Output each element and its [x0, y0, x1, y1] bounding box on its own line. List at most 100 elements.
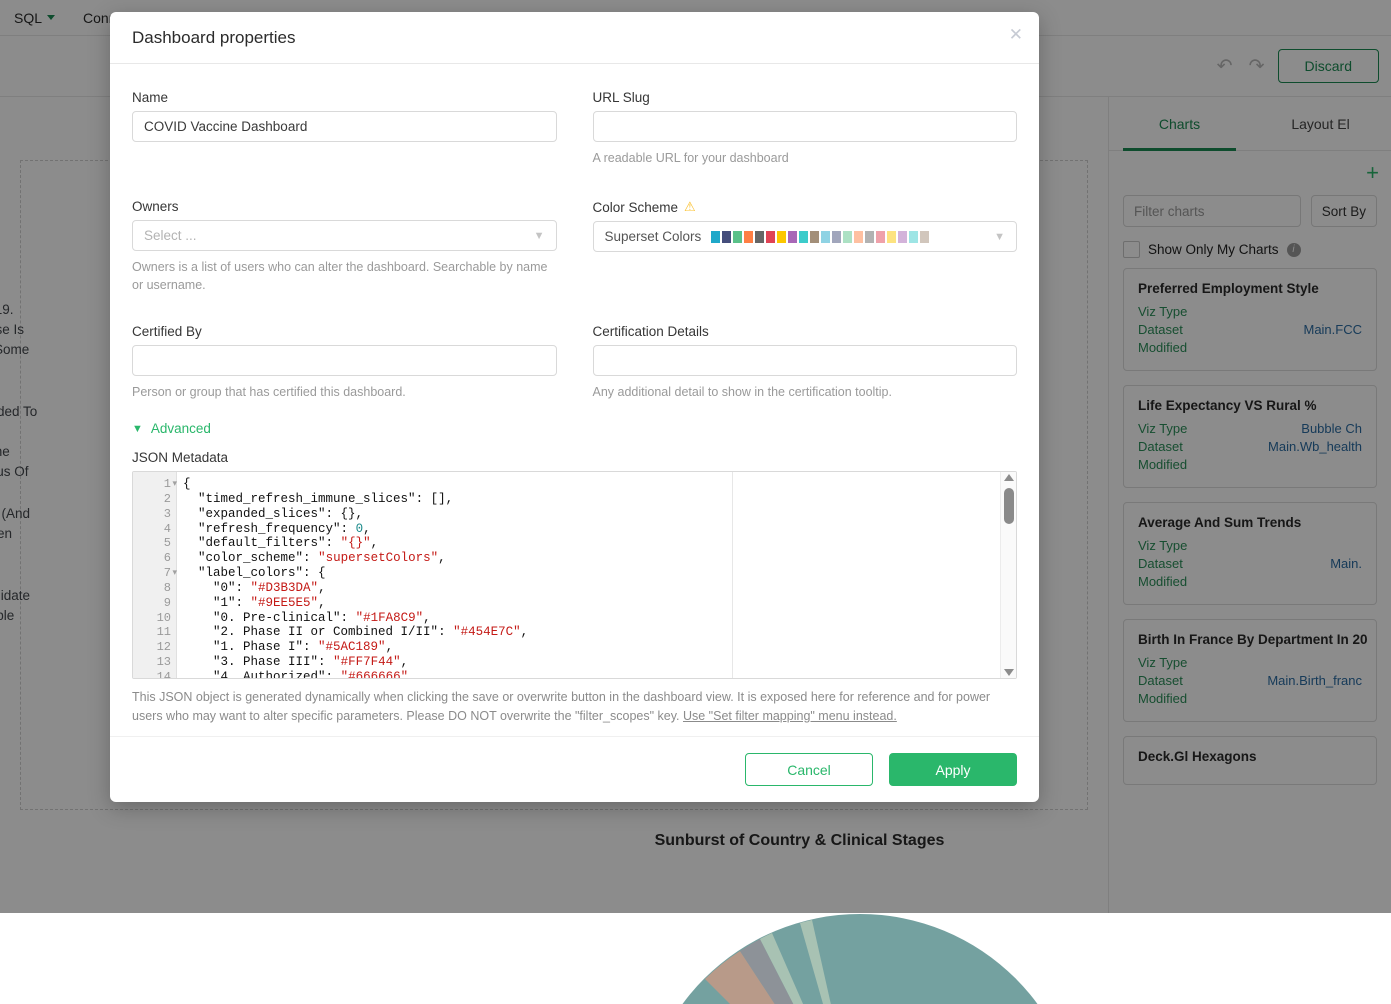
color-swatch — [832, 230, 842, 243]
color-swatch — [898, 230, 908, 243]
color-scheme-preview: Superset Colors — [605, 229, 995, 244]
color-swatch — [744, 230, 754, 243]
url-slug-input[interactable] — [592, 111, 1017, 142]
form-col-left: Owners Select ... ▼ Owners is a list of … — [132, 187, 557, 294]
advanced-label: Advanced — [150, 421, 211, 436]
name-input-value: COVID Vaccine Dashboard — [144, 119, 308, 134]
editor-line-number: 8 — [163, 580, 171, 595]
color-swatch — [920, 230, 930, 243]
editor-line-number: 3 — [163, 506, 171, 521]
color-swatch — [755, 230, 765, 243]
editor-line-number: 5 — [163, 536, 171, 551]
owners-select[interactable]: Select ... ▼ — [132, 220, 557, 251]
set-filter-mapping-link[interactable]: Use "Set filter mapping" menu instead. — [683, 709, 897, 723]
close-icon[interactable]: ✕ — [1009, 26, 1023, 43]
form-col-right: URL Slug A readable URL for your dashboa… — [592, 78, 1017, 167]
color-swatch — [843, 230, 853, 243]
advanced-section-toggle[interactable]: ▼ Advanced — [132, 421, 1017, 436]
json-metadata-helper: This JSON object is generated dynamicall… — [132, 688, 1017, 726]
editor-code-line: "2. Phase II or Combined I/II": "#454E7C… — [213, 625, 529, 640]
code-fold-icon[interactable]: ▾ — [172, 477, 177, 492]
color-swatch — [909, 230, 919, 243]
dashboard-properties-modal: Dashboard properties ✕ Name COVID Vaccin… — [110, 12, 1039, 802]
form-col-left: Name COVID Vaccine Dashboard — [132, 78, 557, 167]
editor-code-area[interactable]: { "timed_refresh_immune_slices": [], "ex… — [177, 472, 733, 678]
chevron-down-icon: ▼ — [994, 230, 1005, 243]
editor-line-numbers: 1 ▾ 2 3 4 5 6 7 ▾ 8 9 10 11 12 13 14 — [133, 472, 177, 678]
editor-line-number: 14 — [156, 669, 171, 679]
json-metadata-label: JSON Metadata — [132, 450, 229, 465]
color-swatch — [766, 230, 776, 243]
scroll-down-arrow-icon[interactable] — [1003, 669, 1014, 676]
form-row-owners-scheme: Owners Select ... ▼ Owners is a list of … — [132, 187, 1017, 294]
color-swatch — [711, 230, 721, 243]
certified-by-helper: Person or group that has certified this … — [132, 385, 406, 399]
color-scheme-label-text: Color Scheme — [592, 199, 679, 215]
editor-code-line: "0": "#D3B3DA", — [213, 580, 326, 595]
form-row-name-slug: Name COVID Vaccine Dashboard URL Slug A … — [132, 78, 1017, 167]
editor-line-number: 10 — [156, 610, 171, 625]
url-slug-helper: A readable URL for your dashboard — [592, 151, 789, 165]
editor-line-number: 9 — [163, 595, 171, 610]
color-scheme-select[interactable]: Superset Colors ▼ — [592, 221, 1017, 252]
editor-vertical-scrollbar[interactable] — [1000, 472, 1016, 678]
editor-code-line: "4. Authorized": "#666666", — [213, 669, 416, 678]
owners-helper: Owners is a list of users who can alter … — [132, 260, 548, 292]
editor-blank-area — [733, 472, 1016, 678]
color-swatch — [821, 230, 831, 243]
owners-select-placeholder: Select ... — [144, 228, 197, 243]
apply-button[interactable]: Apply — [889, 753, 1017, 786]
editor-code-line: "timed_refresh_immune_slices": [], — [198, 491, 454, 506]
code-fold-icon[interactable]: ▾ — [172, 566, 177, 581]
name-input[interactable]: COVID Vaccine Dashboard — [132, 111, 557, 142]
editor-line-number: 4 — [163, 521, 171, 536]
name-label: Name — [132, 90, 169, 105]
modal-body: Name COVID Vaccine Dashboard URL Slug A … — [110, 64, 1039, 736]
warning-triangle-icon: ⚠ — [684, 199, 696, 214]
color-swatch — [777, 230, 787, 243]
chevron-down-icon: ▼ — [132, 422, 143, 435]
cancel-button[interactable]: Cancel — [745, 753, 873, 786]
certification-details-label: Certification Details — [592, 324, 709, 339]
color-swatch — [854, 230, 864, 243]
editor-line-number: 6 — [163, 551, 171, 566]
editor-line-number: 12 — [156, 640, 171, 655]
color-swatch — [810, 230, 820, 243]
certification-details-input[interactable] — [592, 345, 1017, 376]
color-swatch — [876, 230, 886, 243]
editor-line-number: 13 — [156, 655, 171, 670]
color-swatch — [865, 230, 875, 243]
color-scheme-swatches — [711, 230, 930, 243]
json-metadata-editor[interactable]: 1 ▾ 2 3 4 5 6 7 ▾ 8 9 10 11 12 13 14 { "timed_refresh_i… — [132, 471, 1017, 679]
editor-line-number: 11 — [156, 625, 171, 640]
certified-by-input[interactable] — [132, 345, 557, 376]
modal-title: Dashboard properties — [132, 27, 296, 47]
form-col-right: Color Scheme ⚠ Superset Colors ▼ — [592, 187, 1018, 294]
color-scheme-value: Superset Colors — [604, 229, 702, 244]
modal-footer: Cancel Apply — [110, 736, 1039, 802]
color-swatch — [722, 230, 732, 243]
editor-code-line: "0. Pre-clinical": "#1FA8C9", — [213, 610, 431, 625]
editor-code-line: "1": "#9EE5E5", — [213, 595, 326, 610]
editor-code-line: "color_scheme": "supersetColors", — [198, 551, 446, 566]
editor-line-number: 7 ▾ — [163, 566, 177, 581]
editor-code-line: "label_colors": { — [198, 566, 326, 581]
color-swatch — [799, 230, 809, 243]
url-slug-label: URL Slug — [592, 90, 650, 105]
form-col-right: Certification Details Any additional det… — [592, 312, 1017, 401]
editor-line-number: 1 ▾ — [163, 477, 177, 492]
editor-line-number: 2 — [163, 491, 171, 506]
editor-code-line: { — [183, 477, 191, 491]
chevron-down-icon: ▼ — [533, 229, 545, 242]
editor-code-line: "3. Phase III": "#FF7F44", — [213, 655, 409, 670]
color-scheme-label: Color Scheme ⚠ — [593, 199, 1018, 215]
editor-code-line: "default_filters": "{}", — [198, 536, 379, 551]
form-row-certification: Certified By Person or group that has ce… — [132, 312, 1017, 401]
editor-code-line: "expanded_slices": {}, — [198, 506, 364, 521]
color-swatch — [788, 230, 798, 243]
scrollbar-thumb[interactable] — [1004, 488, 1014, 524]
modal-header: Dashboard properties ✕ — [110, 12, 1039, 64]
editor-code-line: "refresh_frequency": 0, — [198, 521, 371, 536]
certified-by-label: Certified By — [132, 324, 202, 339]
scroll-up-arrow-icon[interactable] — [1003, 474, 1014, 481]
